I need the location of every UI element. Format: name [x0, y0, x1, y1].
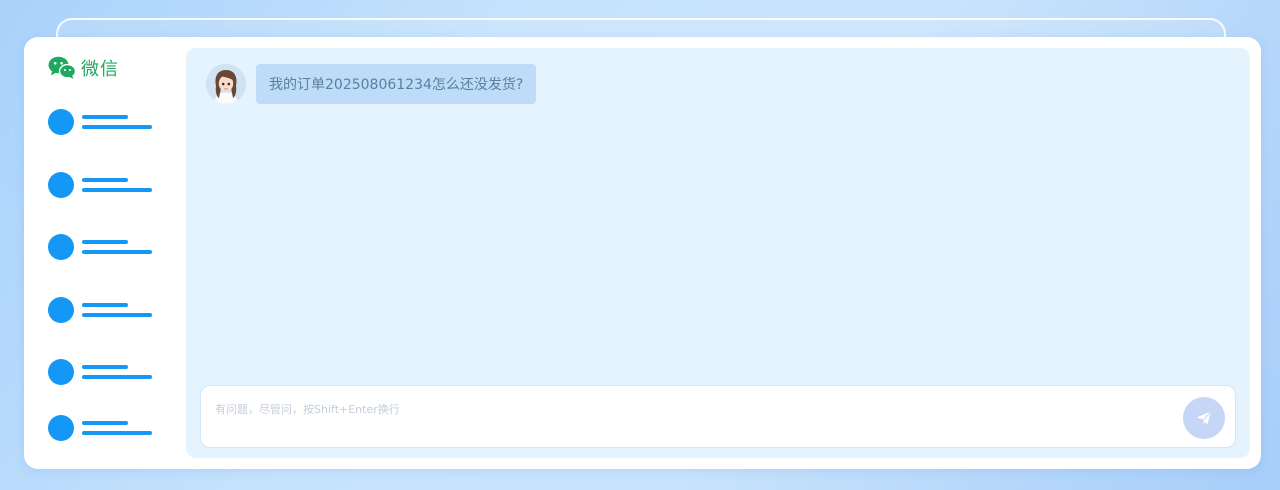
paper-plane-icon [1196, 410, 1212, 425]
sidebar-item-3[interactable] [48, 234, 158, 262]
brand-name: 微信 [81, 59, 119, 80]
sidebar-item-4[interactable] [48, 297, 158, 325]
nav-label-placeholder [82, 303, 128, 307]
user-avatar[interactable] [206, 64, 246, 104]
nav-sublabel-placeholder [82, 313, 152, 317]
sidebar-item-6[interactable] [48, 415, 158, 443]
message-row: 我的订单202508061234怎么还没发货? [206, 64, 537, 104]
nav-dot-icon [48, 172, 74, 198]
nav-dot-icon [48, 297, 74, 323]
nav-sublabel-placeholder [82, 250, 152, 254]
nav-label-placeholder [82, 178, 128, 182]
nav-dot-icon [48, 415, 74, 441]
chat-panel: 我的订单202508061234怎么还没发货? [186, 48, 1250, 458]
nav-label-placeholder [82, 240, 128, 244]
nav-sublabel-placeholder [82, 375, 152, 379]
sidebar-item-2[interactable] [48, 172, 158, 200]
nav-dot-icon [48, 109, 74, 135]
nav-dot-icon [48, 234, 74, 260]
message-input[interactable] [215, 398, 1155, 420]
avatar-image [206, 64, 246, 104]
send-button[interactable] [1183, 397, 1225, 439]
sidebar: 微信 [24, 37, 184, 469]
wechat-logo-icon [48, 56, 76, 79]
brand: 微信 [48, 55, 119, 81]
composer [200, 385, 1236, 448]
message-bubble: 我的订单202508061234怎么还没发货? [256, 64, 537, 104]
sidebar-item-1[interactable] [48, 109, 158, 137]
nav-label-placeholder [82, 365, 128, 369]
message-text: 我的订单202508061234怎么还没发货? [269, 77, 524, 93]
chat-window: 微信 我的订单202508061234怎么还没发货? 有问题，尽管问，按Shif… [24, 37, 1261, 469]
nav-sublabel-placeholder [82, 431, 152, 435]
sidebar-item-5[interactable] [48, 359, 158, 387]
nav-sublabel-placeholder [82, 125, 152, 129]
nav-label-placeholder [82, 115, 128, 119]
nav-dot-icon [48, 359, 74, 385]
nav-label-placeholder [82, 421, 128, 425]
nav-sublabel-placeholder [82, 188, 152, 192]
